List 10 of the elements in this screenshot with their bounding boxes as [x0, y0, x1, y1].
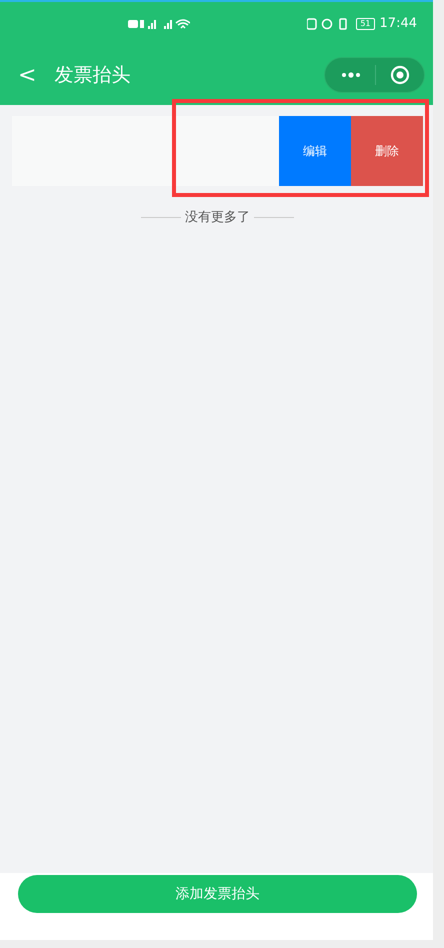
delete-button[interactable]: 删除 — [351, 116, 423, 186]
end-text: 没有更多了 — [185, 209, 250, 226]
back-button[interactable]: < — [18, 62, 36, 88]
edit-button[interactable]: 编辑 — [279, 116, 351, 186]
more-icon[interactable] — [341, 72, 361, 78]
close-icon[interactable] — [390, 65, 410, 85]
battery-icon: 51 — [356, 18, 375, 30]
add-button[interactable]: 添加发票抬头 — [18, 875, 417, 913]
page-title: 发票抬头 — [54, 63, 132, 88]
status-time: 17:44 — [380, 16, 417, 31]
